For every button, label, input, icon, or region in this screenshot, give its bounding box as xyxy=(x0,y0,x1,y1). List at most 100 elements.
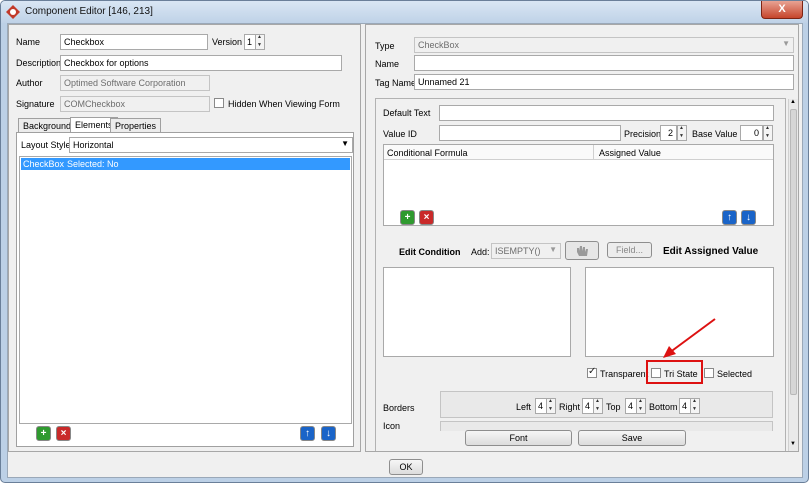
remove-element-button[interactable]: × xyxy=(56,426,71,441)
hidden-checkbox[interactable] xyxy=(214,98,224,108)
list-item[interactable]: CheckBox Selected: No xyxy=(21,158,350,170)
window-client-area: Name Checkbox Version 1 Description Chec… xyxy=(7,23,803,478)
add-function-value: ISEMPTY() xyxy=(495,246,541,256)
description-label: Description xyxy=(16,58,62,68)
add-condition-button[interactable]: + xyxy=(400,210,415,225)
layout-style-value: Horizontal xyxy=(73,140,114,150)
move-down-button[interactable]: ↓ xyxy=(321,426,336,441)
chevron-down-icon: ▼ xyxy=(549,245,557,254)
base-value-label: Base Value xyxy=(692,129,738,139)
font-button[interactable]: Font xyxy=(465,430,572,446)
plus-icon: + xyxy=(40,428,47,439)
highlight-box xyxy=(646,360,703,384)
arrow-up-icon: ↑ xyxy=(727,212,732,223)
vertical-scrollbar[interactable]: ▲ ▼ xyxy=(788,99,798,451)
left-panel: Name Checkbox Version 1 Description Chec… xyxy=(8,24,361,452)
transparent-checkbox[interactable] xyxy=(587,366,597,378)
right-panel: Type CheckBox ▼ Name Tag Name Unnamed 21… xyxy=(365,24,799,452)
icon-label: Icon xyxy=(383,421,401,431)
condition-move-down-button[interactable]: ↓ xyxy=(741,210,756,225)
conditions-table: Conditional Formula Assigned Value + × ↑… xyxy=(383,144,774,226)
add-function-select[interactable]: ISEMPTY() ▼ xyxy=(491,243,561,259)
border-bottom-spinner[interactable] xyxy=(690,398,700,414)
window-title: Component Editor [146, 213] xyxy=(25,6,153,17)
hand-pointer-icon xyxy=(577,246,588,256)
precision-input[interactable]: 2 xyxy=(660,125,677,141)
close-icon: × xyxy=(423,212,430,223)
base-value-spinner[interactable] xyxy=(763,125,773,141)
layout-style-label: Layout Style xyxy=(21,140,71,150)
scroll-up-icon[interactable]: ▲ xyxy=(790,99,796,105)
plus-icon: + xyxy=(404,212,411,223)
chevron-down-icon: ▼ xyxy=(341,139,349,148)
element-name-label: Name xyxy=(375,59,400,69)
type-select: CheckBox ▼ xyxy=(414,37,794,53)
annotation-arrow-icon xyxy=(663,318,716,358)
insert-function-button[interactable] xyxy=(565,241,599,260)
column-header-conditional-formula: Conditional Formula xyxy=(387,148,468,158)
value-id-input[interactable] xyxy=(439,125,621,141)
version-label: Version xyxy=(212,37,243,47)
name-input[interactable]: Checkbox xyxy=(60,34,208,50)
tab-background[interactable]: Background xyxy=(18,118,77,133)
selected-label: Selected xyxy=(717,369,753,379)
close-button[interactable]: X xyxy=(761,1,803,19)
column-divider xyxy=(593,145,594,160)
add-element-button[interactable]: + xyxy=(36,426,51,441)
version-spinner[interactable] xyxy=(255,34,265,50)
condition-editor-textarea[interactable] xyxy=(383,267,571,357)
column-header-assigned-value: Assigned Value xyxy=(599,148,661,158)
elements-tab-panel: Layout Style Horizontal ▼ CheckBox Selec… xyxy=(16,132,354,447)
border-right-label: Right xyxy=(559,402,581,412)
precision-label: Precision xyxy=(624,129,662,139)
component-editor-window: Component Editor [146, 213] X Name Check… xyxy=(0,0,809,483)
default-text-input[interactable] xyxy=(439,105,774,121)
value-id-label: Value ID xyxy=(383,129,417,139)
scroll-down-icon[interactable]: ▼ xyxy=(790,441,796,447)
ok-button[interactable]: OK xyxy=(389,459,423,475)
arrow-down-icon: ↓ xyxy=(326,428,331,439)
element-name-input[interactable] xyxy=(414,55,794,71)
signature-input: COMCheckbox xyxy=(60,96,210,112)
author-input: Optimed Software Corporation xyxy=(60,75,210,91)
borders-label: Borders xyxy=(383,403,415,413)
save-button[interactable]: Save xyxy=(578,430,686,446)
elements-list: CheckBox Selected: No xyxy=(19,156,352,424)
remove-condition-button[interactable]: × xyxy=(419,210,434,225)
tab-properties[interactable]: Properties xyxy=(110,118,162,133)
border-bottom-label: Bottom xyxy=(649,402,678,412)
arrow-down-icon: ↓ xyxy=(746,212,751,223)
precision-spinner[interactable] xyxy=(677,125,687,141)
border-top-spinner[interactable] xyxy=(636,398,646,414)
table-header-row: Conditional Formula Assigned Value xyxy=(384,145,773,160)
border-left-label: Left xyxy=(516,402,532,412)
border-top-label: Top xyxy=(606,402,621,412)
layout-style-select[interactable]: Horizontal ▼ xyxy=(69,137,353,153)
base-value-input[interactable]: 0 xyxy=(740,125,763,141)
selected-checkbox[interactable] xyxy=(704,368,714,378)
tag-name-label: Tag Name xyxy=(375,78,417,88)
chevron-down-icon: ▼ xyxy=(782,39,790,48)
list-item-name: CheckBox xyxy=(23,159,65,169)
scrollbar-thumb[interactable] xyxy=(790,109,797,395)
app-icon xyxy=(6,5,20,19)
signature-label: Signature xyxy=(16,99,55,109)
condition-move-up-button[interactable]: ↑ xyxy=(722,210,737,225)
edit-condition-label: Edit Condition xyxy=(399,247,461,257)
description-input[interactable]: Checkbox for options xyxy=(60,55,342,71)
tag-name-input[interactable]: Unnamed 21 xyxy=(414,74,794,90)
border-right-spinner[interactable] xyxy=(593,398,603,414)
list-item-detail: Selected: No xyxy=(67,159,119,169)
borders-group: Left 4 Right 4 Top 4 Bottom 4 xyxy=(440,391,773,418)
author-label: Author xyxy=(16,78,43,88)
element-properties-scroll-area: Default Text Value ID Precision 2 Base V… xyxy=(375,98,786,451)
close-icon: × xyxy=(60,428,67,439)
add-label: Add: xyxy=(471,247,490,257)
move-up-button[interactable]: ↑ xyxy=(300,426,315,441)
border-left-spinner[interactable] xyxy=(546,398,556,414)
field-button[interactable]: Field... xyxy=(607,242,652,258)
name-label: Name xyxy=(16,37,41,47)
edit-assigned-value-label: Edit Assigned Value xyxy=(663,246,759,257)
title-bar: Component Editor [146, 213] X xyxy=(1,1,808,23)
arrow-up-icon: ↑ xyxy=(305,428,310,439)
